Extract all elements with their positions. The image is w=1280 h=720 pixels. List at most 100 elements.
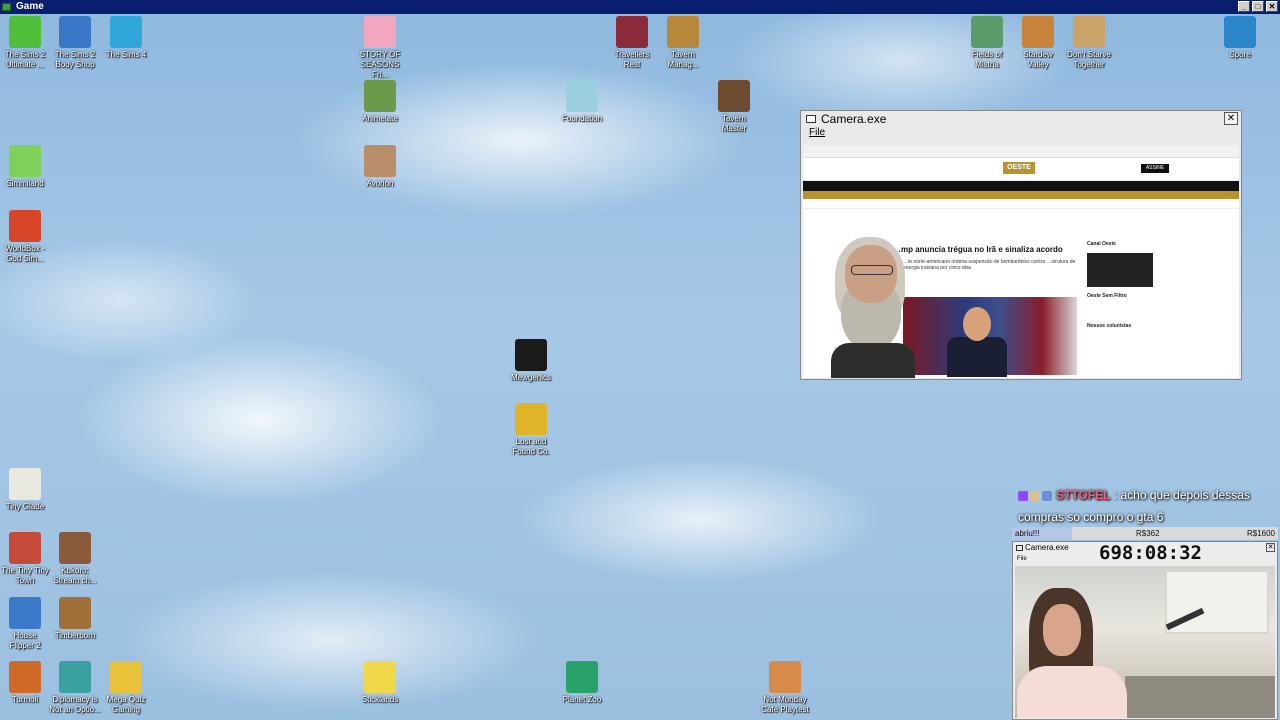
feed-table [1125, 676, 1275, 718]
sticklands-icon [364, 661, 396, 693]
desktop-icon-label: Tiny Glade [5, 502, 45, 511]
camera-close-button[interactable]: ✕ [1224, 112, 1238, 125]
desktop-icon-label: Spore [1229, 50, 1251, 59]
animelate-icon [364, 80, 396, 112]
desktop-icon[interactable]: Turmoil [0, 661, 53, 705]
desktop-icon-label: WorldBox - God Sim... [5, 244, 45, 263]
desktop-icon-label: The Sims 2 Ultimate ... [4, 50, 46, 69]
desktop-icon[interactable]: Tiny Glade [0, 468, 53, 512]
photo-figure-face [963, 307, 991, 341]
desktop-icon-label: Lost and Found Co. [512, 437, 550, 456]
tiny-glade-icon [9, 468, 41, 500]
dont-starve-icon [1073, 16, 1105, 48]
desktop-icon[interactable]: Avorion [352, 145, 408, 189]
site-logo: OESTE [1003, 162, 1035, 174]
desktop-icon-label: Avorion [366, 179, 394, 188]
desktop-icon[interactable]: STORY OF SEASONS Fri... [352, 16, 408, 80]
game-window-icon [2, 3, 11, 11]
stardew-valley-icon [1022, 16, 1054, 48]
worldbox-icon [9, 210, 41, 242]
desktop-icon-label: Animelate [362, 114, 398, 123]
travellers-rest-icon [616, 16, 648, 48]
sims-plumbob-icon [9, 16, 41, 48]
desktop-icon[interactable]: Mega Quiz Gaming [98, 661, 154, 715]
sims4-icon [110, 16, 142, 48]
sidebar-title: Canal Oeste [1087, 241, 1116, 247]
article-deck: …te norte-americano ordena suspensão de … [903, 259, 1076, 271]
timberborn-icon [59, 597, 91, 629]
sidebar-thumbnail [1087, 253, 1153, 287]
desktop-icon-label: The Sims 4 [105, 50, 147, 59]
mewgenics-icon [515, 339, 547, 371]
close-button[interactable]: ✕ [1266, 1, 1278, 12]
desktop-icon-label: Simmiland [6, 179, 44, 188]
kukoro-icon [59, 532, 91, 564]
desktop-icon[interactable]: Animelate [352, 80, 408, 124]
twitch-badge-icon [1018, 491, 1028, 501]
desktop-icon[interactable]: Tavern Master [706, 80, 762, 134]
desktop: Game _ □ ✕ The Sims 2 Ultimate ... The Si… [0, 0, 1280, 720]
desktop-icon[interactable]: Fields of Mistria [959, 16, 1015, 70]
desktop-icon[interactable]: Don't Starve Together [1061, 16, 1117, 70]
camera-window[interactable]: Camera.exe ✕ File OESTE ASSINE …mp anunc… [800, 110, 1242, 380]
small-camera-title: Camera.exe [1025, 543, 1069, 552]
small-camera-close-button[interactable]: ✕ [1266, 543, 1275, 552]
desktop-icon-label: Sticklands [361, 695, 399, 704]
maximize-button[interactable]: □ [1252, 1, 1264, 12]
small-menu-file[interactable]: File [1017, 556, 1027, 562]
desktop-icon[interactable]: WorldBox - God Sim... [0, 210, 53, 264]
desktop-icon[interactable]: House Flipper 2 [0, 597, 53, 651]
desktop-icon[interactable]: Simmiland [0, 145, 53, 189]
desktop-icon-label: House Flipper 2 [9, 631, 41, 650]
desktop-icon[interactable]: The Tiny Tiny Town [0, 532, 53, 586]
donation-goal-bar: abriu!!! R$362 R$1600 [1012, 527, 1278, 540]
desktop-icon[interactable]: Travellers Rest [604, 16, 660, 70]
desktop-icon[interactable]: Sticklands [352, 661, 408, 705]
avorion-icon [364, 145, 396, 177]
desktop-icon[interactable]: Planet Zoo [554, 661, 610, 705]
chat-username: STTOFEL [1056, 488, 1111, 502]
lost-and-found-icon [515, 403, 547, 435]
desktop-icon-label: Planet Zoo [562, 695, 602, 704]
feed-window [1165, 570, 1269, 634]
desktop-icon[interactable]: Lost and Found Co. [503, 403, 559, 457]
promo-bar [803, 191, 1239, 199]
desktop-icon[interactable]: Mewgenics [503, 339, 559, 383]
desktop-icon[interactable]: The Sims 4 [98, 16, 154, 60]
tiny-town-icon [9, 532, 41, 564]
stream-timer: 698:08:32 [1099, 542, 1202, 564]
gift-badge-icon [1042, 491, 1052, 501]
goal-label: abriu!!! [1015, 529, 1040, 538]
person-glasses [851, 265, 893, 275]
desktop-icon[interactable]: The Sims 2 Ultimate ... [0, 16, 53, 70]
article-headline: …mp anuncia trégua no Irã e sinaliza aco… [893, 245, 1063, 254]
desktop-icon[interactable]: Kukoro: Stream ch... [47, 532, 103, 586]
desktop-icon[interactable]: Tavern Manag... [655, 16, 711, 70]
market-ticker [803, 199, 1239, 209]
desktop-icon[interactable]: Stardew Valley [1010, 16, 1066, 70]
small-camera-feed [1015, 566, 1275, 718]
desktop-icon[interactable]: Diplomacy is Not an Optio... [47, 661, 103, 715]
subscribe-button: ASSINE [1141, 164, 1169, 173]
desktop-icon-label: Mewgenics [510, 373, 551, 382]
minimize-button[interactable]: _ [1238, 1, 1250, 12]
photo-figure-body [947, 337, 1007, 377]
camera-window-titlebar[interactable]: Camera.exe ✕ [801, 111, 1241, 127]
camera-app-icon [806, 115, 816, 123]
turmoil-icon [9, 661, 41, 693]
desktop-icon[interactable]: The Sims 2 Body Shop [47, 16, 103, 70]
tavern-manager-icon [667, 16, 699, 48]
desktop-icon[interactable]: Not Monday Café Playtest [757, 661, 813, 715]
camera-window-small[interactable]: Camera.exe ✕ File 698:08:32 [1012, 541, 1278, 720]
desktop-icon-label: Travellers Rest [614, 50, 650, 69]
sub-badge-icon [1030, 491, 1040, 501]
title-bar: Game _ □ ✕ [0, 0, 1280, 14]
desktop-icon[interactable]: Foundation [554, 80, 610, 124]
window-controls: _ □ ✕ [1238, 1, 1278, 12]
desktop-icon-label: Fields of Mistria [971, 50, 1003, 69]
desktop-icon[interactable]: Spore [1212, 16, 1268, 60]
desktop-icon[interactable]: Timberborn [47, 597, 103, 641]
menu-file[interactable]: File [809, 127, 825, 138]
desktop-icon-label: Don't Starve Together [1067, 50, 1111, 69]
chat-text: : acho que depois dessas compras so comp… [1018, 488, 1250, 524]
